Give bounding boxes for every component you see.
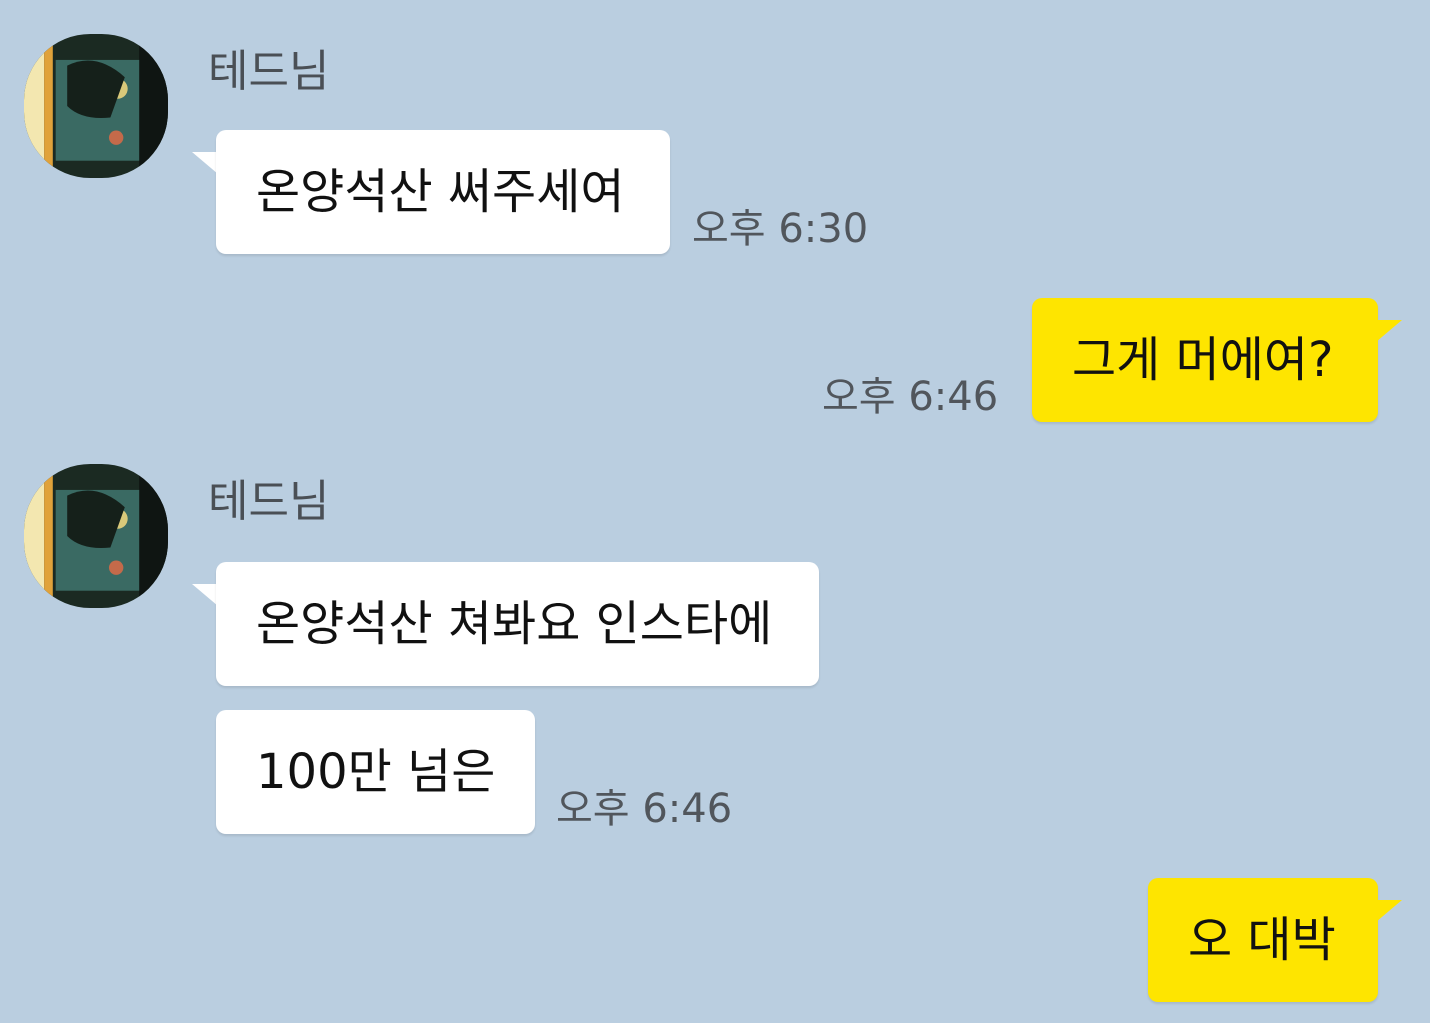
chat-window: 테드님 온양석산 써주세여 오후 6:30 오후 6:46 그게 머에여? 테드…: [0, 0, 1430, 1023]
sender-name: 테드님: [208, 476, 330, 527]
bubble-tail: [192, 584, 218, 606]
sender-avatar[interactable]: [24, 464, 168, 608]
message-bubble-incoming[interactable]: 온양석산 써주세여: [216, 130, 670, 254]
message-bubble-incoming[interactable]: 100만 넘은: [216, 710, 535, 834]
message-timestamp: 오후 6:46: [556, 786, 733, 832]
message-bubble-outgoing[interactable]: 그게 머에여?: [1032, 298, 1378, 422]
sender-name: 테드님: [208, 46, 330, 97]
bubble-tail: [1376, 320, 1402, 342]
sender-avatar[interactable]: [24, 34, 168, 178]
bubble-tail: [192, 152, 218, 174]
message-timestamp: 오후 6:46: [822, 374, 999, 420]
message-bubble-incoming[interactable]: 온양석산 쳐봐요 인스타에: [216, 562, 819, 686]
message-bubble-outgoing[interactable]: 오 대박: [1148, 878, 1378, 1002]
profile-photo-icon: [24, 34, 168, 178]
profile-photo-icon: [24, 464, 168, 608]
bubble-tail: [1376, 900, 1402, 922]
message-timestamp: 오후 6:30: [692, 206, 869, 252]
